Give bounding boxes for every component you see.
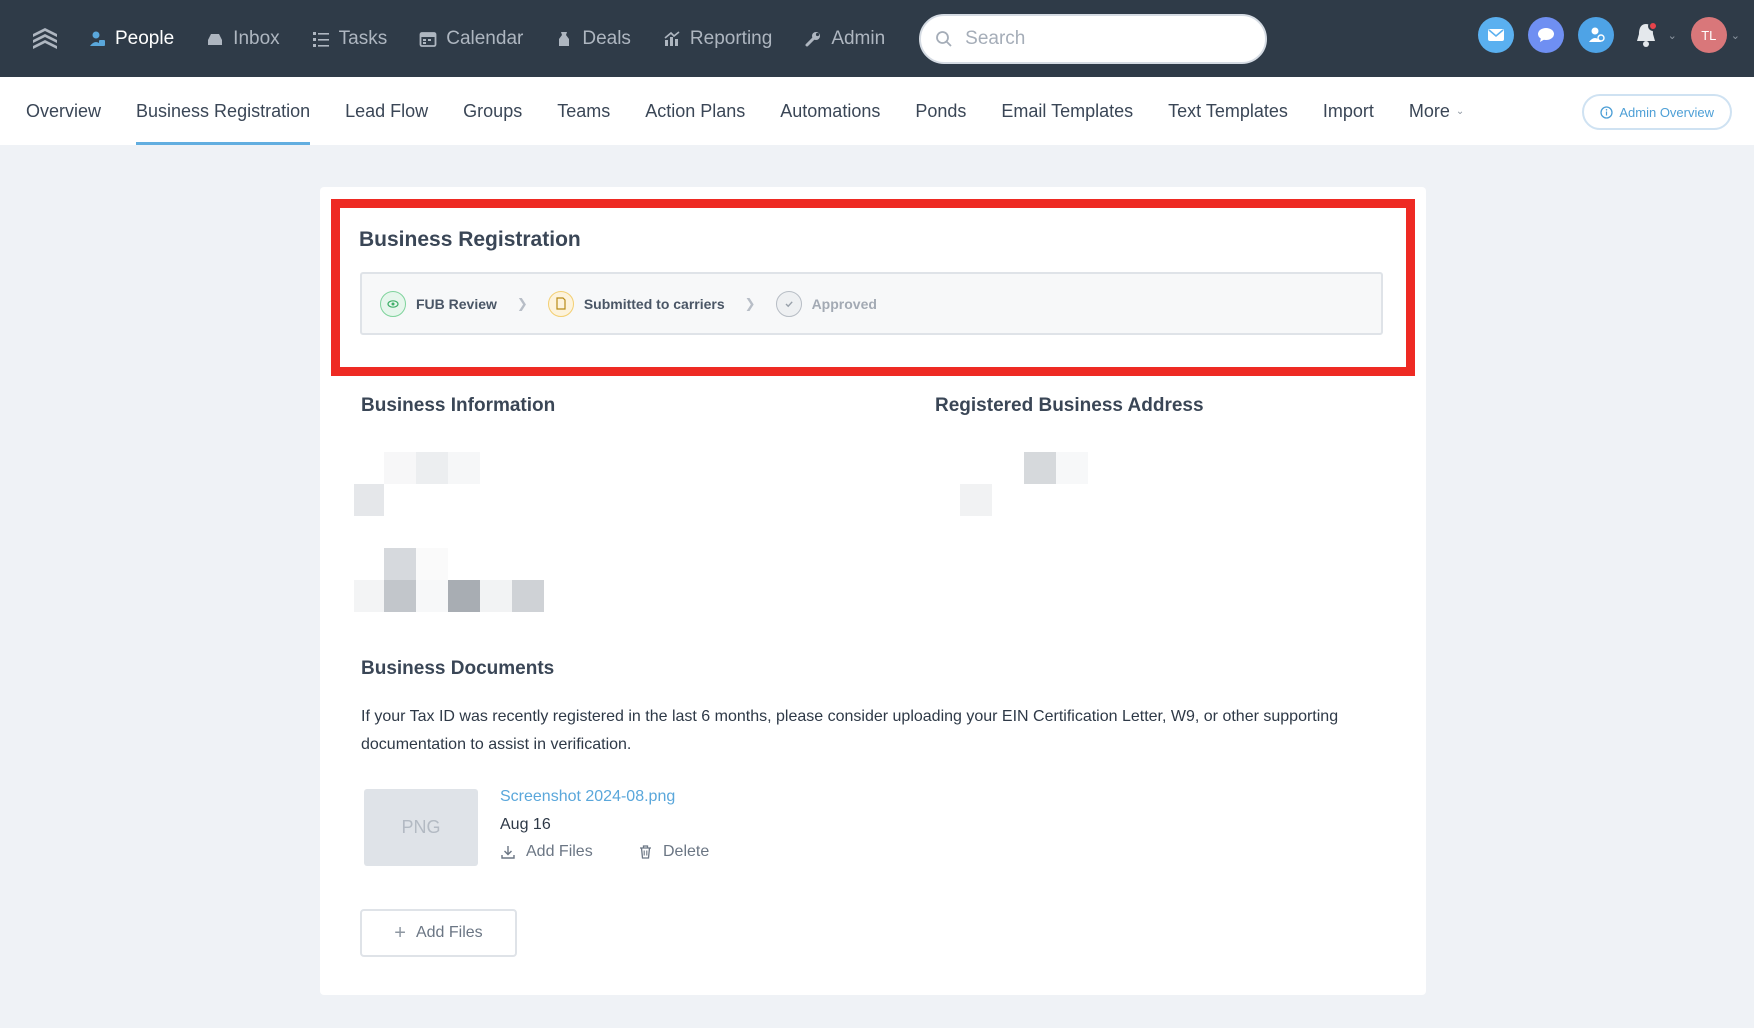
tab-label: Automations (780, 100, 881, 121)
search-input[interactable] (965, 27, 1246, 50)
people-icon (90, 31, 105, 46)
email-button[interactable] (1477, 17, 1514, 53)
file-thumbnail[interactable]: PNG (364, 789, 478, 866)
nav-calendar[interactable]: Calendar (419, 28, 523, 50)
add-files-button[interactable]: + Add Files (360, 909, 517, 957)
wrench-icon (805, 31, 821, 46)
tab-label: More (1408, 100, 1450, 121)
reporting-icon (664, 30, 680, 46)
admin-overview-label: Admin Overview (1619, 104, 1714, 120)
tab-action-plans[interactable]: Action Plans (645, 77, 745, 145)
envelope-icon (1487, 29, 1504, 41)
step-submitted-to-carriers: Submitted to carriers (547, 290, 725, 317)
nav-tasks[interactable]: Tasks (312, 27, 388, 50)
tab-label: Text Templates (1168, 100, 1288, 121)
search-box[interactable] (919, 13, 1268, 64)
chevron-right-icon: ❯ (516, 295, 528, 311)
tab-label: Teams (557, 100, 611, 121)
file-add-files-label: Add Files (526, 843, 593, 860)
top-navigation-bar: People Inbox Tasks Calendar Deals Report… (0, 0, 1754, 77)
file-delete-link[interactable]: Delete (638, 843, 709, 861)
nav-admin-label: Admin (831, 27, 886, 49)
page-title: Business Registration (359, 228, 581, 251)
notification-dot (1647, 21, 1658, 31)
tab-import[interactable]: Import (1323, 77, 1374, 145)
admin-subnav: Overview Business Registration Lead Flow… (0, 77, 1754, 145)
tab-business-registration[interactable]: Business Registration (136, 77, 311, 145)
registered-address-title: Registered Business Address (935, 395, 1204, 416)
top-right-actions: ⌄ TL ⌄ (1477, 17, 1740, 53)
search-icon (936, 30, 952, 47)
file-type-label: PNG (401, 817, 441, 837)
tab-label: Ponds (915, 100, 967, 121)
tab-label: Groups (463, 100, 523, 121)
registration-status-stepper: FUB Review ❯ Submitted to carriers ❯ App… (360, 272, 1383, 335)
avatar-initials: TL (1701, 27, 1717, 43)
nav-people[interactable]: People (88, 28, 174, 50)
trash-icon (640, 845, 651, 859)
file-delete-label: Delete (663, 843, 710, 860)
chat-bubble-icon (1537, 28, 1554, 42)
nav-inbox[interactable]: Inbox (206, 27, 280, 50)
add-files-button-label: Add Files (415, 924, 483, 941)
nav-calendar-label: Calendar (446, 27, 524, 49)
tab-label: Overview (26, 100, 102, 121)
tasks-icon (312, 31, 329, 47)
notifications-button[interactable] (1628, 17, 1664, 53)
tab-label: Action Plans (645, 100, 746, 121)
calendar-icon (419, 31, 437, 47)
tab-teams[interactable]: Teams (557, 77, 610, 145)
download-icon (501, 846, 515, 859)
step-label: FUB Review (416, 295, 497, 312)
tab-more[interactable]: More ⌄ (1409, 77, 1464, 145)
tab-ponds[interactable]: Ponds (915, 77, 966, 145)
phone-person-icon (1588, 27, 1605, 42)
nav-inbox-label: Inbox (233, 27, 280, 49)
tab-groups[interactable]: Groups (463, 77, 522, 145)
step-approved: Approved (775, 290, 877, 317)
eye-check-icon (380, 290, 406, 317)
business-information-title: Business Information (361, 395, 556, 416)
app-logo-icon[interactable] (30, 24, 60, 54)
nav-people-label: People (115, 27, 175, 49)
step-fub-review: FUB Review (380, 290, 497, 317)
chevron-down-icon: ⌄ (1455, 105, 1465, 117)
nav-deals-label: Deals (582, 27, 631, 49)
nav-deals[interactable]: Deals (555, 28, 631, 50)
chevron-down-icon[interactable]: ⌄ (1731, 29, 1740, 42)
tab-automations[interactable]: Automations (780, 77, 880, 145)
info-icon (1600, 105, 1614, 119)
documents-description: If your Tax ID was recently registered i… (361, 708, 1339, 753)
chevron-down-icon[interactable]: ⌄ (1668, 29, 1677, 42)
nav-admin[interactable]: Admin (804, 28, 885, 50)
tab-label: Import (1322, 100, 1374, 121)
deals-icon (559, 31, 570, 46)
chat-button[interactable] (1527, 17, 1564, 53)
chevron-right-icon: ❯ (744, 295, 756, 311)
tab-lead-flow[interactable]: Lead Flow (345, 77, 428, 145)
inbox-icon (208, 33, 223, 45)
check-circle-icon (775, 290, 802, 317)
nav-tasks-label: Tasks (338, 27, 388, 49)
tab-label: Lead Flow (345, 100, 429, 121)
admin-overview-button[interactable]: Admin Overview (1582, 94, 1732, 130)
tab-email-templates[interactable]: Email Templates (1001, 77, 1133, 145)
nav-reporting-label: Reporting (689, 27, 773, 49)
tab-overview[interactable]: Overview (26, 77, 101, 145)
user-avatar[interactable]: TL (1690, 17, 1727, 53)
nav-reporting[interactable]: Reporting (663, 28, 772, 50)
business-documents-title: Business Documents (361, 658, 555, 679)
dialer-button[interactable] (1577, 17, 1614, 53)
plus-icon: + (394, 921, 406, 944)
document-icon (547, 290, 574, 317)
tab-label: Business Registration (136, 100, 311, 121)
tab-text-templates[interactable]: Text Templates (1168, 77, 1288, 145)
step-label: Approved (811, 295, 877, 312)
file-name-link[interactable]: Screenshot 2024-08.png (500, 788, 675, 806)
file-add-files-link[interactable]: Add Files (500, 843, 593, 861)
tab-label: Email Templates (1001, 100, 1134, 121)
step-label: Submitted to carriers (583, 295, 725, 312)
file-date: Aug 16 (500, 816, 551, 833)
